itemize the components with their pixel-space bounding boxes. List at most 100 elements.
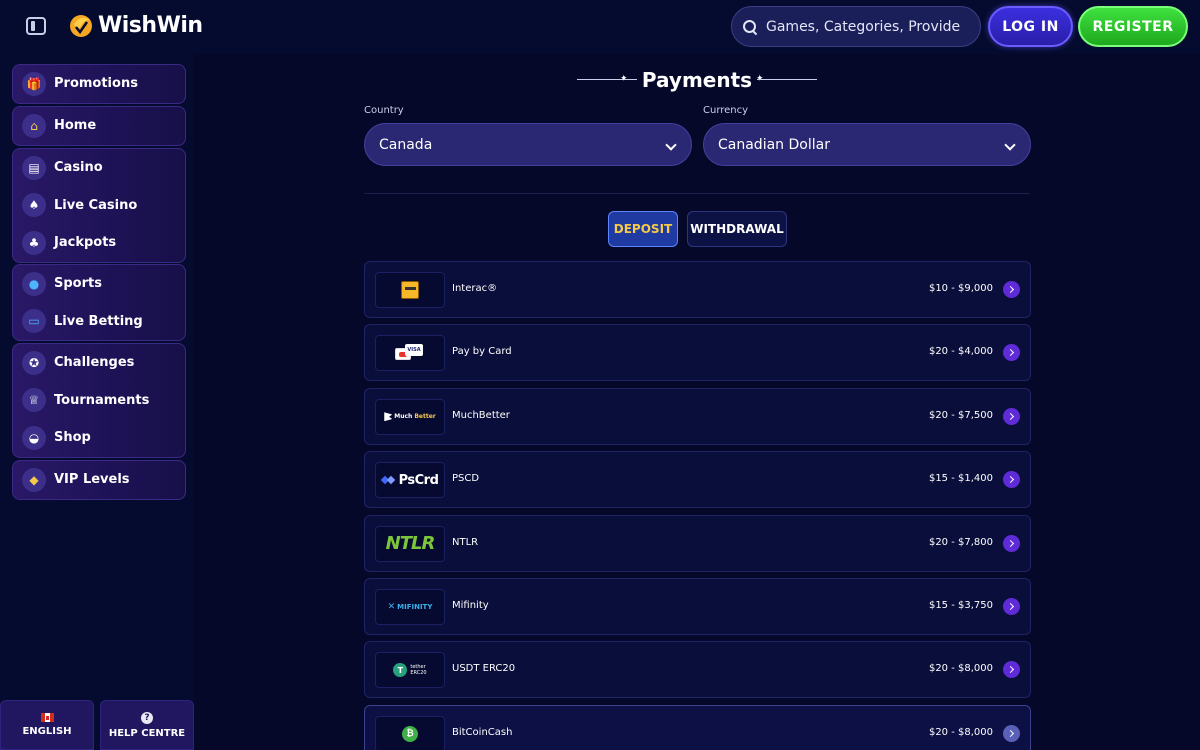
playing-card-icon: ♠ xyxy=(22,193,46,218)
pscrd-logo: PsCrd xyxy=(375,462,445,499)
nav-group-promotions: 🎁 Promotions xyxy=(12,64,186,104)
nav-group-home: ⌂ Home xyxy=(12,106,186,146)
sidebar-item-sports[interactable]: ● Sports xyxy=(13,265,185,303)
search-icon xyxy=(742,19,758,35)
mifinity-logo-icon: ✕ MIFINITY xyxy=(387,601,433,612)
payment-method-range: $10 - $9,000 xyxy=(928,283,993,294)
muchbetter-logo-text: Much xyxy=(394,413,413,421)
sidebar-item-promotions[interactable]: 🎁 Promotions xyxy=(13,65,185,103)
help-icon: ? xyxy=(141,711,153,724)
home-icon: ⌂ xyxy=(22,113,46,138)
sidebar-item-tournaments[interactable]: ♕ Tournaments xyxy=(13,382,185,420)
diamond-icon: ◆ xyxy=(22,467,46,492)
sidebar-item-label: Live Betting xyxy=(54,313,143,329)
nav-group-challenges: ✪ Challenges ♕ Tournaments ◒ Shop xyxy=(12,343,186,458)
sidebar-item-label: Promotions xyxy=(54,76,138,92)
brand-logo[interactable]: WishWin xyxy=(66,10,203,40)
currency-value: Canadian Dollar xyxy=(718,136,830,153)
payment-method-row[interactable]: NTLR NTLR $20 - $7,800 xyxy=(364,514,1031,572)
payment-method-range: $20 - $8,000 xyxy=(928,726,993,738)
sidebar-item-jackpots[interactable]: ♣ Jackpots xyxy=(13,224,185,262)
payment-method-row[interactable]: Ttether ERC20 USDT ERC20 $20 - $8,000 xyxy=(364,641,1031,699)
tab-deposit[interactable]: DEPOSIT xyxy=(608,211,678,247)
pscrd-logo-text: PsCrd xyxy=(398,472,439,488)
payment-method-range: $20 - $8,000 xyxy=(928,663,993,675)
card-logo-icon: VISA xyxy=(395,344,425,362)
sidebar-item-challenges[interactable]: ✪ Challenges xyxy=(13,344,185,382)
visa-text: VISA xyxy=(405,344,423,357)
search-bar[interactable] xyxy=(731,6,981,47)
sidebar-item-label: Sports xyxy=(54,276,102,292)
bitcoin-cash-icon: ₿ xyxy=(402,725,418,742)
card-logo: VISA xyxy=(375,335,445,372)
sidebar-item-label: Home xyxy=(54,118,97,134)
payment-method-name: USDT ERC20 xyxy=(452,663,516,675)
payment-method-name: MuchBetter xyxy=(452,409,510,421)
top-header: WishWin LOG IN REGISTER xyxy=(0,0,1200,54)
payment-method-name: Pay by Card xyxy=(452,346,512,358)
help-centre-button[interactable]: ? HELP CENTRE xyxy=(100,700,194,750)
sidebar-item-label: Challenges xyxy=(54,355,135,371)
sparkle-icon: ✦ xyxy=(620,74,628,84)
payment-method-range: $20 - $4,000 xyxy=(928,346,993,358)
interac-logo-icon xyxy=(401,281,419,299)
sidebar-item-live-casino[interactable]: ♠ Live Casino xyxy=(13,187,185,225)
wishwin-logo-icon xyxy=(66,10,96,40)
payment-method-range: $15 - $1,400 xyxy=(928,473,993,485)
chevron-right-icon[interactable] xyxy=(1003,534,1020,552)
search-input[interactable] xyxy=(766,18,961,35)
sidebar-item-label: Live Casino xyxy=(54,197,138,213)
ball-icon: ● xyxy=(22,271,46,296)
basket-icon: ◒ xyxy=(22,425,46,450)
sidebar-item-vip-levels[interactable]: ◆ VIP Levels xyxy=(13,461,185,499)
chevron-right-icon[interactable] xyxy=(1003,471,1020,489)
chevron-right-icon[interactable] xyxy=(1003,281,1020,298)
language-label: ENGLISH xyxy=(22,726,72,737)
language-button[interactable]: ENGLISH xyxy=(0,700,94,750)
country-value: Canada xyxy=(379,136,433,153)
sidebar-item-casino[interactable]: ▤ Casino xyxy=(13,149,185,187)
currency-select[interactable]: Canadian Dollar xyxy=(703,123,1031,166)
ntlr-logo-text: NTLR xyxy=(385,533,436,555)
payment-method-row[interactable]: ₿ BitCoinCash $20 - $8,000 xyxy=(364,704,1031,750)
payment-method-row[interactable]: PsCrd PSCD $15 - $1,400 xyxy=(364,451,1031,509)
payment-method-row[interactable]: Much Better MuchBetter $20 - $7,500 xyxy=(364,387,1031,445)
main-content: ✦ Payments ✦ Country Canada Currency Can… xyxy=(194,54,1200,750)
sidebar-item-label: Tournaments xyxy=(54,392,150,408)
chevron-right-icon[interactable] xyxy=(1003,407,1020,425)
muchbetter-logo-icon: Much Better xyxy=(384,412,436,422)
trophy-icon: ♕ xyxy=(22,388,46,413)
tether-logo-icon: Ttether ERC20 xyxy=(393,663,427,678)
sidebar-item-home[interactable]: ⌂ Home xyxy=(13,107,185,145)
tab-withdrawal[interactable]: WITHDRAWAL xyxy=(687,211,787,247)
mifinity-logo: ✕ MIFINITY xyxy=(375,588,445,625)
payment-method-range: $20 - $7,800 xyxy=(928,536,993,548)
sidebar: 🎁 Promotions ⌂ Home ▤ Casino ♠ Live Casi… xyxy=(0,54,194,750)
help-label: HELP CENTRE xyxy=(108,727,186,739)
sidebar-item-live-betting[interactable]: ▭ Live Betting xyxy=(13,303,185,341)
payment-method-row[interactable]: VISA Pay by Card $20 - $4,000 xyxy=(364,324,1031,382)
sidebar-toggle-icon[interactable] xyxy=(26,17,46,35)
register-button[interactable]: REGISTER xyxy=(1078,6,1188,47)
payment-method-range: $20 - $7,500 xyxy=(928,409,993,421)
chevron-right-icon[interactable] xyxy=(1003,344,1020,362)
gift-icon: 🎁 xyxy=(22,71,46,96)
muchbetter-logo: Much Better xyxy=(375,398,445,435)
chevron-right-icon[interactable] xyxy=(1003,724,1020,742)
page-title-wrap: ✦ Payments ✦ xyxy=(577,68,817,92)
chevron-right-icon[interactable] xyxy=(1003,661,1020,679)
chevron-right-icon[interactable] xyxy=(1003,597,1020,615)
payment-method-row[interactable]: Interac® $10 - $9,000 xyxy=(364,261,1031,318)
page-title: Payments xyxy=(641,68,753,92)
pscrd-logo-icon: PsCrd xyxy=(382,473,439,488)
payment-method-row[interactable]: ✕ MIFINITY Mifinity $15 - $3,750 xyxy=(364,577,1031,635)
login-button[interactable]: LOG IN xyxy=(988,6,1073,47)
live-tv-icon: ▭ xyxy=(22,309,46,334)
country-select[interactable]: Canada xyxy=(364,123,692,166)
mifinity-logo-text: MIFINITY xyxy=(397,602,433,611)
ntlr-logo: NTLR xyxy=(375,525,445,562)
sidebar-item-shop[interactable]: ◒ Shop xyxy=(13,419,185,457)
payment-method-name: PSCD xyxy=(452,473,480,485)
interac-logo xyxy=(375,272,445,308)
tether-logo-subtext: ERC20 xyxy=(410,670,427,677)
